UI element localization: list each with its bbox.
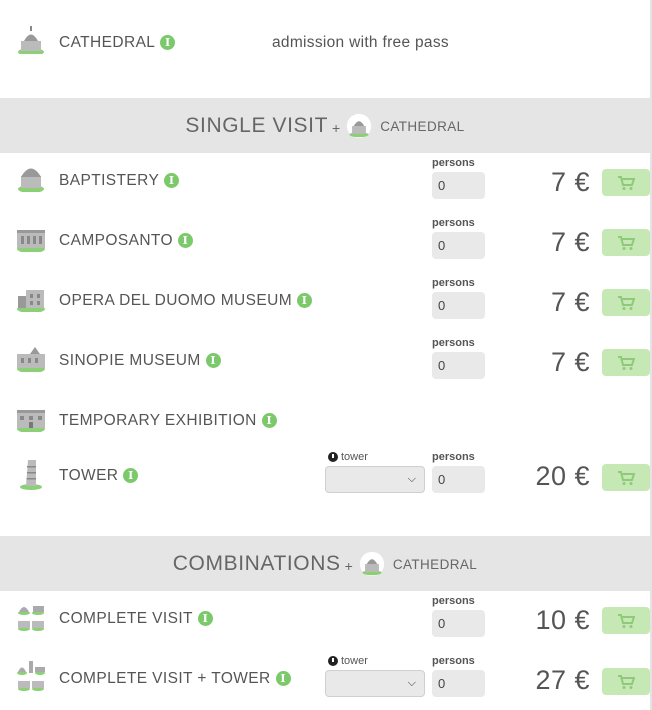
ticket-name: OPERA DEL DUOMO MUSEUM i — [59, 292, 313, 310]
info-icon[interactable]: i — [297, 293, 313, 308]
add-to-cart-button[interactable] — [602, 464, 650, 491]
ticket-name: TEMPORARY EXHIBITION i — [59, 412, 277, 430]
price: 27 € — [535, 665, 590, 695]
ticket-row-complete-visit: COMPLETE VISITi persons 10 € — [0, 594, 650, 644]
plus-sign: + — [344, 557, 353, 574]
cart-icon — [618, 674, 635, 689]
cathedral-icon — [18, 26, 44, 54]
cart-icon — [618, 355, 635, 370]
ticket-row-baptistery: BAPTISTERYi persons 7 € — [0, 156, 650, 206]
clock-icon — [328, 656, 338, 666]
exhibition-icon — [17, 410, 45, 432]
cart-icon — [618, 235, 635, 250]
museum-icon — [17, 290, 45, 312]
ticket-name: SINOPIE MUSEUM i — [59, 352, 221, 370]
cart-icon — [618, 175, 635, 190]
tower-icon — [20, 460, 42, 490]
complete-visit-icon — [18, 606, 44, 631]
persons-input[interactable] — [432, 232, 485, 259]
sinopie-icon — [17, 347, 45, 372]
info-icon[interactable]: i — [177, 233, 193, 248]
plus-sign: + — [332, 119, 341, 136]
persons-input[interactable] — [432, 610, 485, 637]
persons-label: persons — [432, 595, 475, 607]
info-icon[interactable]: i — [205, 353, 221, 368]
ticket-row-complete-visit-tower: COMPLETE VISIT + TOWER i tower ⌵ persons … — [0, 654, 650, 704]
persons-label: persons — [432, 277, 475, 289]
info-icon[interactable]: i — [275, 671, 291, 686]
info-icon[interactable]: i — [123, 468, 139, 483]
cathedral-icon — [359, 551, 384, 576]
persons-input[interactable] — [432, 172, 485, 199]
ticket-name: COMPLETE VISIT + TOWER i — [59, 670, 291, 688]
persons-input[interactable] — [432, 670, 485, 697]
price: 7 € — [550, 347, 590, 377]
add-to-cart-button[interactable] — [602, 169, 650, 196]
ticket-row-sinopie: SINOPIE MUSEUMi persons 7 € — [0, 336, 650, 386]
add-to-cart-button[interactable] — [602, 668, 650, 695]
chevron-down-icon: ⌵ — [407, 473, 416, 485]
persons-label: persons — [432, 655, 475, 667]
cathedral-name: CATHEDRAL i — [59, 34, 176, 52]
add-to-cart-button[interactable] — [602, 607, 650, 634]
persons-label: persons — [432, 217, 475, 229]
chevron-down-icon: ⌵ — [407, 677, 416, 689]
tower-time-label: tower — [328, 451, 368, 463]
ticket-name: BAPTISTERY i — [59, 172, 180, 190]
price: 20 € — [535, 461, 590, 491]
info-icon[interactable]: i — [197, 611, 213, 626]
price: 7 € — [550, 167, 590, 197]
add-to-cart-button[interactable] — [602, 289, 650, 316]
ticket-name: CAMPOSANTO i — [59, 232, 193, 250]
baptistery-icon — [18, 168, 44, 192]
info-icon[interactable]: i — [261, 413, 277, 428]
cathedral-icon — [347, 113, 372, 138]
price: 7 € — [550, 287, 590, 317]
price: 7 € — [550, 227, 590, 257]
persons-label: persons — [432, 157, 475, 169]
section-subtitle: CATHEDRAL — [380, 119, 465, 134]
cart-icon — [618, 295, 635, 310]
tower-time-select[interactable]: ⌵ — [325, 670, 425, 697]
complete-visit-tower-icon — [17, 661, 45, 691]
ticket-row-camposanto: CAMPOSANTOi persons 7 € — [0, 216, 650, 266]
ticket-row-tower: TOWERi tower ⌵ persons 20 € — [0, 450, 650, 500]
price: 10 € — [535, 605, 590, 635]
ticket-row-opera-museum: OPERA DEL DUOMO MUSEUMi persons 7 € — [0, 276, 650, 326]
persons-input[interactable] — [432, 466, 485, 493]
persons-label: persons — [432, 451, 475, 463]
single-visit-header: SINGLE VISIT + CATHEDRAL — [0, 98, 650, 153]
add-to-cart-button[interactable] — [602, 349, 650, 376]
camposanto-icon — [17, 230, 45, 252]
ticket-row-temporary-exhibition: TEMPORARY EXHIBITION i — [0, 396, 650, 446]
tower-time-select[interactable]: ⌵ — [325, 466, 425, 493]
section-subtitle: CATHEDRAL — [392, 557, 478, 572]
persons-input[interactable] — [432, 292, 485, 319]
info-icon[interactable]: i — [164, 173, 180, 188]
clock-icon — [328, 452, 338, 462]
persons-label: persons — [432, 337, 475, 349]
info-icon[interactable]: i — [160, 35, 176, 50]
ticket-name: COMPLETE VISIT i — [59, 610, 213, 628]
add-to-cart-button[interactable] — [602, 229, 650, 256]
section-title: COMBINATIONS — [172, 551, 341, 575]
cart-icon — [618, 613, 635, 628]
section-title: SINGLE VISIT — [185, 113, 328, 137]
cathedral-admission-note: admission with free pass — [272, 34, 449, 51]
tower-time-label: tower — [328, 655, 368, 667]
ticket-name: TOWER i — [59, 467, 139, 485]
cart-icon — [618, 470, 635, 485]
combinations-header: COMBINATIONS + CATHEDRAL — [0, 536, 650, 591]
persons-input[interactable] — [432, 352, 485, 379]
